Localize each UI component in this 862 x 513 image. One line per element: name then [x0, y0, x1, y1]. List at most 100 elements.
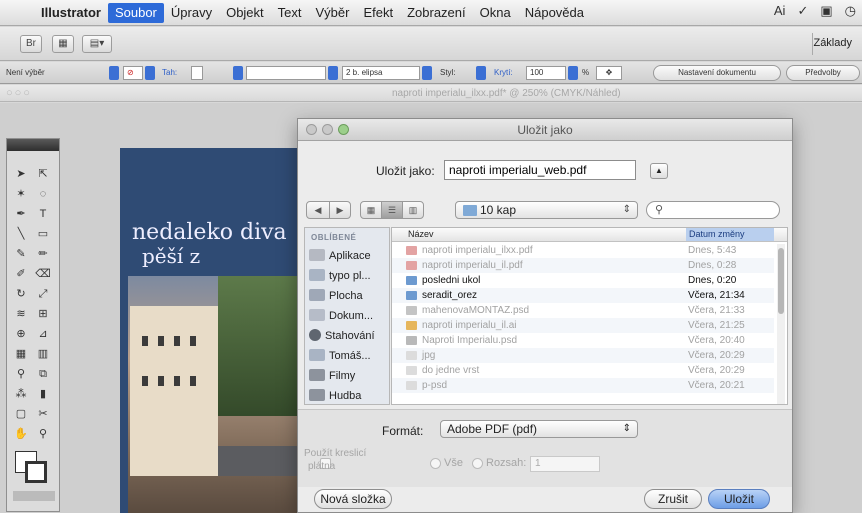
paintbrush-tool-icon[interactable]: ✎ [11, 245, 31, 264]
magic-wand-tool-icon[interactable]: ✶ [11, 185, 31, 204]
menu-napoveda[interactable]: Nápověda [518, 3, 591, 23]
sidebar-item-plocha[interactable]: Plocha [309, 286, 389, 306]
tools-panel-header[interactable] [7, 139, 59, 151]
menu-upravy[interactable]: Úpravy [164, 3, 219, 23]
lasso-tool-icon[interactable]: ◌ [33, 185, 53, 204]
document-setup-button[interactable]: Nastavení dokumentu [653, 65, 781, 81]
perspective-grid-tool-icon[interactable]: ⊿ [33, 325, 53, 344]
warp-tool-icon[interactable]: ≋ [11, 305, 31, 324]
blend-tool-icon[interactable]: ⧉ [33, 365, 53, 384]
preferences-button[interactable]: Předvolby [786, 65, 860, 81]
sidebar-item-filmy[interactable]: Filmy [309, 366, 389, 386]
column-header-name[interactable]: Název [408, 229, 434, 239]
hand-tool-icon[interactable]: ✋ [11, 425, 31, 444]
file-row[interactable]: jpg Včera, 20:29 [392, 348, 774, 363]
menu-okna[interactable]: Okna [473, 3, 518, 23]
sidebar-item-stahovani[interactable]: Stahování [309, 326, 389, 346]
file-row[interactable]: seradit_orez Včera, 21:34 [392, 288, 774, 303]
rotate-tool-icon[interactable]: ↻ [11, 285, 31, 304]
sidebar-item-aplikace[interactable]: Aplikace [309, 246, 389, 266]
color-mode-icons[interactable] [13, 491, 55, 501]
stroke-dropdown[interactable] [145, 66, 155, 80]
cancel-button[interactable]: Zrušit [644, 489, 702, 509]
file-list-scrollbar[interactable] [777, 244, 785, 404]
list-view-button[interactable]: ☰ [381, 201, 403, 219]
column-graph-tool-icon[interactable]: ▮ [33, 385, 53, 404]
brush-field[interactable]: 2 b. elipsa [342, 66, 420, 80]
brush-dropdown[interactable] [422, 66, 432, 80]
bridge-icon[interactable]: Br [20, 35, 42, 53]
screen-mode-icon[interactable]: ▤▾ [82, 35, 112, 53]
window-controls-icon[interactable]: ○○○ [6, 87, 32, 99]
file-row[interactable]: mahenovaMONTAZ.psd Včera, 21:33 [392, 303, 774, 318]
file-row[interactable]: p-psd Včera, 20:21 [392, 378, 774, 393]
sidebar-item-dokumenty[interactable]: Dokum... [309, 306, 389, 326]
free-transform-tool-icon[interactable]: ⊞ [33, 305, 53, 324]
time-machine-icon[interactable]: ◷ [845, 3, 856, 19]
search-field[interactable]: ⚲ [646, 201, 780, 219]
display-icon[interactable]: ▣ [820, 3, 832, 19]
adobe-status-icon[interactable]: Ai [774, 3, 786, 19]
stroke-weight-stepper[interactable] [191, 66, 203, 80]
symbol-sprayer-tool-icon[interactable]: ⁂ [11, 385, 31, 404]
menu-app-name[interactable]: Illustrator [34, 3, 108, 23]
opacity-label[interactable]: Krytí: [494, 66, 513, 80]
eraser-tool-icon[interactable]: ⌫ [33, 265, 53, 284]
recolor-icon[interactable]: ✥ [596, 66, 622, 80]
workspace-switcher[interactable]: Základy [813, 37, 852, 49]
menu-text[interactable]: Text [271, 3, 309, 23]
menu-soubor[interactable]: Soubor [107, 2, 164, 23]
gradient-tool-icon[interactable]: ▥ [33, 345, 53, 364]
back-button[interactable]: ◀ [306, 201, 330, 219]
format-popup[interactable]: Adobe PDF (pdf) ⇕ [440, 420, 638, 438]
line-tool-icon[interactable]: ╲ [11, 225, 31, 244]
expand-dialog-button[interactable]: ▲ [650, 163, 668, 179]
pencil-tool-icon[interactable]: ✏ [33, 245, 53, 264]
fill-dropdown[interactable] [109, 66, 119, 80]
artboard-tool-icon[interactable]: ▢ [11, 405, 31, 424]
variable-width-field[interactable] [246, 66, 326, 80]
filename-input[interactable] [444, 160, 636, 180]
file-row[interactable]: Naproti Imperialu.psd Včera, 20:40 [392, 333, 774, 348]
forward-button[interactable]: ▶ [329, 201, 351, 219]
scale-tool-icon[interactable]: ⤢ [33, 285, 53, 304]
stroke-label[interactable]: Tah: [162, 66, 177, 80]
file-row[interactable]: naproti imperialu_ilxx.pdf Dnes, 5:43 [392, 243, 774, 258]
shape-builder-tool-icon[interactable]: ⊕ [11, 325, 31, 344]
variable-width-dropdown[interactable] [328, 66, 338, 80]
zoom-tool-icon[interactable]: ⚲ [33, 425, 53, 444]
all-radio[interactable] [430, 458, 441, 469]
file-row[interactable]: naproti imperialu_il.pdf Dnes, 0:28 [392, 258, 774, 273]
save-button[interactable]: Uložit [708, 489, 770, 509]
stroke-swatch[interactable] [25, 461, 47, 483]
opacity-field[interactable]: 100 [526, 66, 566, 80]
stroke-weight-dropdown[interactable] [233, 66, 243, 80]
style-dropdown[interactable] [476, 66, 486, 80]
file-row[interactable]: posledni ukol Dnes, 0:20 [392, 273, 774, 288]
column-header-date[interactable]: Datum změny [686, 228, 774, 241]
arrange-documents-icon[interactable]: ▦ [52, 35, 74, 53]
mesh-tool-icon[interactable]: ▦ [11, 345, 31, 364]
slice-tool-icon[interactable]: ✂ [33, 405, 53, 424]
rectangle-tool-icon[interactable]: ▭ [33, 225, 53, 244]
eyedropper-tool-icon[interactable]: ⚲ [11, 365, 31, 384]
direct-selection-tool-icon[interactable]: ⇱ [33, 165, 53, 184]
checkmark-icon[interactable]: ✓ [797, 3, 808, 19]
scrollbar-thumb[interactable] [778, 248, 784, 314]
sidebar-item-hudba[interactable]: Hudba [309, 386, 389, 404]
sidebar-item-typo[interactable]: typo pl... [309, 266, 389, 286]
sidebar-item-tomas[interactable]: Tomáš... [309, 346, 389, 366]
menu-efekt[interactable]: Efekt [356, 3, 400, 23]
file-row[interactable]: naproti imperialu_il.ai Včera, 21:25 [392, 318, 774, 333]
selection-tool-icon[interactable]: ➤ [11, 165, 31, 184]
icon-view-button[interactable]: ▦ [360, 201, 382, 219]
type-tool-icon[interactable]: T [33, 205, 53, 224]
location-popup[interactable]: 10 kap ⇕ [455, 201, 638, 219]
menu-vyber[interactable]: Výběr [309, 3, 357, 23]
column-view-button[interactable]: ▥ [402, 201, 424, 219]
range-radio[interactable] [472, 458, 483, 469]
blob-brush-tool-icon[interactable]: ✐ [11, 265, 31, 284]
range-input[interactable]: 1 [530, 456, 600, 472]
file-row[interactable]: do jedne vrst Včera, 20:29 [392, 363, 774, 378]
stroke-none-icon[interactable]: ⊘ [123, 66, 143, 80]
